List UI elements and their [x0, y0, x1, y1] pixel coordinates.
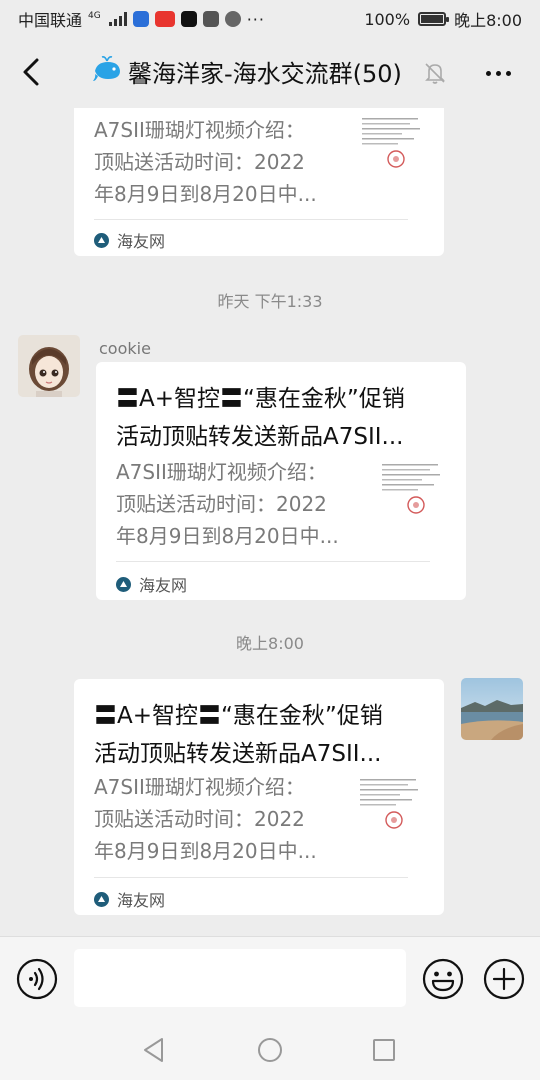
link-card-title-line: 活动顶贴转发送新品A7SII...: [94, 741, 382, 767]
message-list[interactable]: A7SII珊瑚灯视频介绍： 顶贴送活动时间：2022 年8月9日到8月20日中.…: [0, 108, 540, 936]
shield-app-icon: [132, 11, 149, 27]
link-card-source: 海友网: [94, 228, 165, 252]
more-dots-icon[interactable]: [478, 58, 518, 88]
link-card[interactable]: A7SII珊瑚灯视频介绍： 顶贴送活动时间：2022 年8月9日到8月20日中.…: [74, 108, 444, 256]
link-card[interactable]: 〓A+智控〓“惠在金秋”促销 活动顶贴转发送新品A7SII... A7SII珊瑚…: [96, 362, 466, 600]
link-card-source-name: 海友网: [139, 576, 188, 595]
link-card-thumbnail: [354, 775, 424, 855]
battery-percent: 100%: [364, 9, 411, 29]
message-timestamp: 昨天 下午1:33: [217, 292, 323, 311]
plus-icon[interactable]: [482, 957, 526, 1001]
carrier-label: 中国联通: [18, 11, 83, 30]
voice-icon[interactable]: [15, 957, 59, 1001]
link-card-desc-line: 顶贴送活动时间：2022: [94, 150, 305, 174]
nav-recents-icon[interactable]: [368, 1034, 400, 1066]
link-card-description: A7SII珊瑚灯视频介绍： 顶贴送活动时间：2022 年8月9日到8月20日中.…: [94, 771, 334, 867]
input-bar: [0, 936, 540, 1020]
status-bar-right: 100% 晚上8:00: [364, 7, 522, 31]
sender-name: cookie: [99, 339, 151, 358]
message-timestamp: 晚上8:00: [236, 634, 304, 653]
tiktok-app-icon: [180, 11, 197, 27]
chat-title-text: 馨海洋家-海水交流群(50): [128, 60, 402, 88]
link-card-divider: [94, 219, 408, 220]
link-card-desc-line: A7SII珊瑚灯视频介绍：: [116, 460, 327, 484]
network-type: 4G: [88, 11, 101, 21]
chevron-left-icon[interactable]: [14, 52, 48, 92]
avatar[interactable]: [461, 678, 523, 740]
link-card-divider: [94, 877, 408, 878]
status-bar-left: 中国联通 4G ···: [18, 7, 265, 31]
more-notifications-icon: ···: [246, 9, 265, 29]
link-card[interactable]: 〓A+智控〓“惠在金秋”促销 活动顶贴转发送新品A7SII... A7SII珊瑚…: [74, 679, 444, 915]
source-logo-icon: [94, 891, 109, 907]
nav-back-icon[interactable]: [138, 1034, 170, 1066]
signal-icon: [108, 12, 127, 26]
avatar[interactable]: [18, 335, 80, 397]
bell-muted-icon[interactable]: [420, 58, 450, 88]
link-card-thumbnail: [356, 114, 426, 194]
link-card-desc-line: 顶贴送活动时间：2022: [94, 807, 305, 831]
link-card-title-line: 活动顶贴转发送新品A7SII...: [116, 424, 404, 450]
link-card-source-name: 海友网: [117, 232, 166, 251]
link-card-title: 〓A+智控〓“惠在金秋”促销 活动顶贴转发送新品A7SII...: [116, 380, 446, 456]
link-card-title-line: 〓A+智控〓“惠在金秋”促销: [94, 703, 383, 729]
nav-home-icon[interactable]: [254, 1034, 286, 1066]
link-card-thumbnail: [376, 460, 446, 540]
battery-icon: [418, 12, 450, 26]
news-app-icon: [154, 11, 175, 27]
browser-app-icon: [224, 11, 241, 27]
chat-title: 馨海洋家-海水交流群(50): [92, 54, 402, 89]
link-card-source: 海友网: [116, 572, 187, 596]
source-logo-icon: [116, 576, 131, 592]
link-card-desc-line: A7SII珊瑚灯视频介绍：: [94, 775, 305, 799]
chat-header: 馨海洋家-海水交流群(50): [0, 38, 540, 108]
link-card-description: A7SII珊瑚灯视频介绍： 顶贴送活动时间：2022 年8月9日到8月20日中.…: [116, 456, 356, 552]
link-card-desc-line: 年8月9日到8月20日中...: [94, 182, 317, 206]
link-card-source-name: 海友网: [117, 891, 166, 910]
link-card-desc-line: 年8月9日到8月20日中...: [116, 524, 339, 548]
link-card-description: A7SII珊瑚灯视频介绍： 顶贴送活动时间：2022 年8月9日到8月20日中.…: [94, 114, 334, 210]
link-card-source: 海友网: [94, 887, 165, 911]
status-bar: 中国联通 4G ··· 100% 晚上8:00: [0, 0, 540, 38]
link-card-title-line: 〓A+智控〓“惠在金秋”促销: [116, 386, 405, 412]
link-card-desc-line: 顶贴送活动时间：2022: [116, 492, 327, 516]
emoji-icon[interactable]: [421, 957, 465, 1001]
link-card-desc-line: A7SII珊瑚灯视频介绍：: [94, 118, 305, 142]
source-logo-icon: [94, 232, 109, 248]
system-nav-bar: [0, 1020, 540, 1080]
link-card-title: 〓A+智控〓“惠在金秋”促销 活动顶贴转发送新品A7SII...: [94, 697, 424, 773]
message-input[interactable]: [74, 949, 406, 1007]
link-card-divider: [116, 561, 430, 562]
mail-app-icon: [202, 11, 219, 27]
clock: 晚上8:00: [454, 11, 522, 30]
link-card-desc-line: 年8月9日到8月20日中...: [94, 839, 317, 863]
whale-icon: [92, 55, 124, 89]
